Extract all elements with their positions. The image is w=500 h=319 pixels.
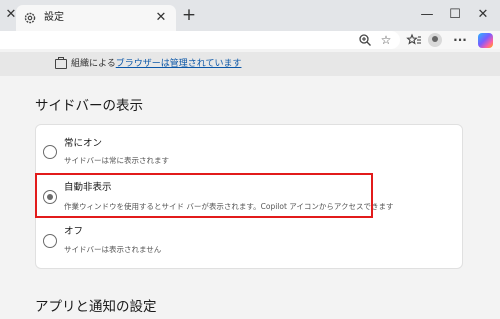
tab-settings[interactable]: 設定 ✕ <box>16 5 176 31</box>
minimize-button[interactable]: — <box>418 6 436 24</box>
maximize-button[interactable]: ☐ <box>446 6 464 24</box>
briefcase-icon <box>55 57 67 69</box>
radio-always-on[interactable] <box>43 145 57 159</box>
banner-text: 組織によるブラウザーは管理されています <box>71 57 241 71</box>
section-title-apps: アプリと通知の設定 <box>35 299 157 315</box>
copilot-icon[interactable] <box>478 33 493 48</box>
new-tab-button[interactable]: + <box>180 6 198 24</box>
option-description: サイドバーは常に表示されます <box>64 156 169 165</box>
tab-strip: ✕ 設定 ✕ + — ☐ ✕ <box>0 0 500 31</box>
toolbar: ☆ ··· <box>0 31 500 49</box>
tab-close-icon[interactable]: ✕ <box>153 10 169 26</box>
tab-title: 設定 <box>44 12 64 23</box>
radio-off[interactable] <box>43 234 57 248</box>
banner-prefix: 組織による <box>71 59 116 69</box>
favorite-star-icon[interactable]: ☆ <box>378 32 394 48</box>
managed-banner: 組織によるブラウザーは管理されています <box>0 52 500 76</box>
address-bar[interactable]: ☆ <box>0 31 400 49</box>
highlight-box <box>35 173 373 218</box>
option-description: サイドバーは表示されません <box>64 245 162 254</box>
gear-icon <box>24 12 36 24</box>
profile-avatar[interactable] <box>428 33 442 47</box>
option-title: 常にオン <box>64 138 103 149</box>
zoom-icon[interactable] <box>357 32 373 48</box>
more-menu-icon[interactable]: ··· <box>452 32 468 48</box>
close-window-button[interactable]: ✕ <box>474 6 492 24</box>
section-title-sidebar: サイドバーの表示 <box>35 98 143 114</box>
managed-link[interactable]: ブラウザーは管理されています <box>116 59 242 69</box>
option-title: オフ <box>64 226 84 237</box>
favorites-icon[interactable] <box>406 32 422 48</box>
